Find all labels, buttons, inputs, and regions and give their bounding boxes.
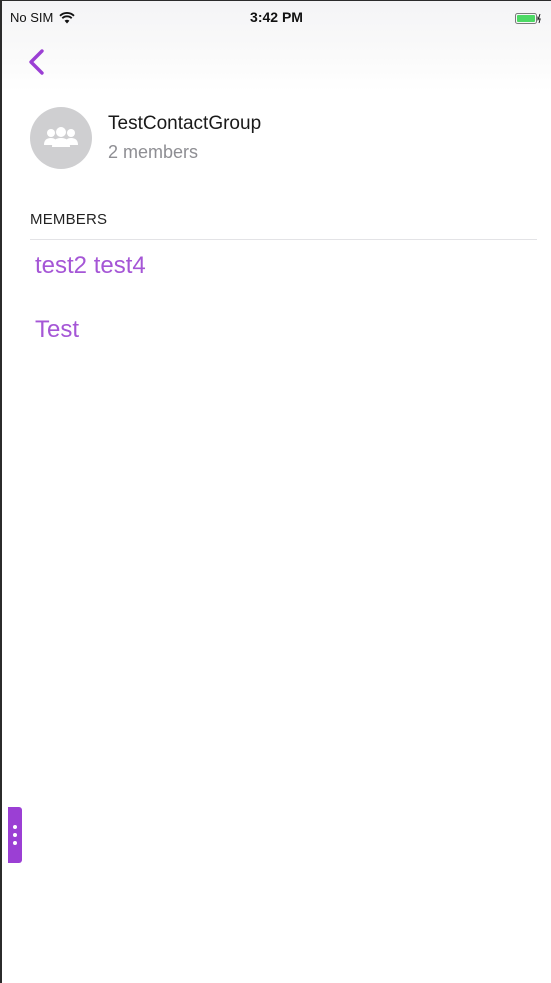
member-item[interactable]: Test [35,313,146,377]
members-section-title: MEMBERS [30,211,108,228]
members-list: test2 test4 Test [35,249,146,377]
group-details-screen: No SIM 3:42 PM TestContactGroup 2 member… [0,0,551,983]
side-drawer-handle[interactable] [8,807,22,863]
status-bar: No SIM 3:42 PM [2,1,551,37]
avatar [30,107,92,169]
back-button[interactable] [24,45,50,79]
group-header: TestContactGroup 2 members [30,107,261,169]
handle-dot [13,833,17,837]
member-count: 2 members [108,142,199,162]
group-info: TestContactGroup 2 members [108,112,261,164]
section-divider [30,239,537,240]
handle-dot [13,825,17,829]
member-item[interactable]: test2 test4 [35,249,146,313]
group-icon [44,127,78,147]
status-time: 3:42 PM [250,9,303,25]
battery-charging-icon [515,13,541,24]
handle-dot [13,841,17,845]
group-name: TestContactGroup [108,113,262,134]
